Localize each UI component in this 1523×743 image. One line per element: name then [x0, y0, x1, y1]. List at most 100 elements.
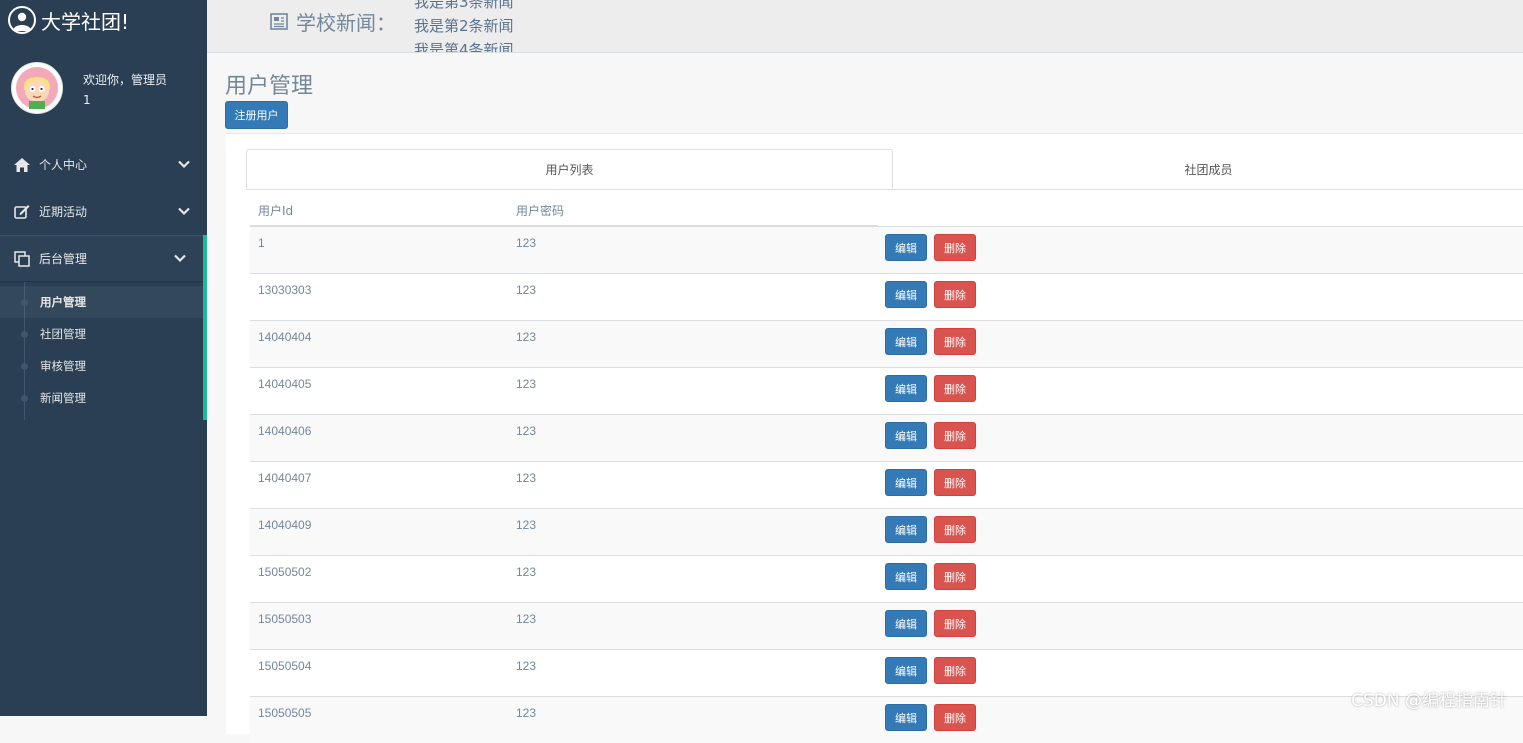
user-icon: [8, 6, 36, 34]
cell-user-id: 15050504: [258, 659, 312, 673]
user-table: 用户Id 用户密码 1 123 编辑 删除 13030303 123 编辑 删除 1404040…: [250, 192, 1523, 743]
delete-button[interactable]: 删除: [934, 375, 976, 402]
cell-password: 123: [516, 330, 537, 344]
profile-text: 欢迎你，管理员 1: [83, 71, 167, 114]
cell-user-id: 15050505: [258, 706, 312, 720]
submenu-item-review[interactable]: 审核管理: [0, 350, 203, 382]
edit-button[interactable]: 编辑: [885, 516, 927, 543]
news-label-text: 学校新闻：: [296, 11, 396, 35]
copy-icon: [13, 250, 31, 267]
delete-button[interactable]: 删除: [934, 657, 976, 684]
chevron-down-icon: [178, 205, 190, 219]
edit-button[interactable]: 编辑: [885, 422, 927, 449]
home-icon: [13, 157, 31, 172]
edit-button[interactable]: 编辑: [885, 375, 927, 402]
menu-item-activities[interactable]: 近期活动: [0, 188, 207, 235]
chevron-down-icon: [178, 158, 190, 172]
delete-button[interactable]: 删除: [934, 281, 976, 308]
cell-password: 123: [516, 471, 537, 485]
avatar[interactable]: [11, 62, 63, 114]
cell-user-id: 14040409: [258, 518, 312, 532]
cell-password: 123: [516, 377, 537, 391]
brand[interactable]: 大学社团!: [0, 0, 207, 40]
delete-button[interactable]: 删除: [934, 422, 976, 449]
row-actions: 编辑 删除: [885, 704, 976, 731]
table-body: 1 123 编辑 删除 13030303 123 编辑 删除 14040404 123 编辑 删除 14…: [250, 226, 1523, 743]
column-header-user-id: 用户Id: [258, 204, 294, 218]
table-row: 15050505 123 编辑 删除: [250, 696, 1523, 743]
row-actions: 编辑 删除: [885, 375, 976, 402]
cell-user-id: 14040404: [258, 330, 312, 344]
row-actions: 编辑 删除: [885, 657, 976, 684]
delete-button[interactable]: 删除: [934, 610, 976, 637]
delete-button[interactable]: 删除: [934, 704, 976, 731]
submenu-item-clubs[interactable]: 社团管理: [0, 318, 203, 350]
cell-user-id: 14040406: [258, 424, 312, 438]
news-label: 学校新闻：: [270, 7, 396, 36]
table-row: 15050503 123 编辑 删除: [250, 602, 1523, 649]
brand-title: 大学社团!: [41, 9, 130, 34]
row-actions: 编辑 删除: [885, 516, 976, 543]
edit-button[interactable]: 编辑: [885, 234, 927, 261]
edit-button[interactable]: 编辑: [885, 469, 927, 496]
admin-submenu: 用户管理 社团管理 审核管理 新闻管理: [0, 282, 207, 420]
content-panel: 用户列表 社团成员 用户Id 用户密码 1 123 编辑 删除 13030303 123 编…: [226, 133, 1523, 743]
cell-user-id: 13030303: [258, 283, 312, 297]
row-actions: 编辑 删除: [885, 610, 976, 637]
tab-user-list[interactable]: 用户列表: [246, 149, 893, 189]
cell-password: 123: [516, 659, 537, 673]
menu-item-label: 个人中心: [39, 158, 88, 172]
tabs: 用户列表 社团成员: [246, 149, 1523, 190]
cell-password: 123: [516, 283, 537, 297]
delete-button[interactable]: 删除: [934, 328, 976, 355]
menu-item-label: 近期活动: [39, 205, 88, 219]
cell-user-id: 15050502: [258, 565, 312, 579]
page-title: 用户管理: [225, 74, 314, 99]
row-actions: 编辑 删除: [885, 469, 976, 496]
news-item[interactable]: 我是第4条新闻: [414, 38, 514, 52]
edit-button[interactable]: 编辑: [885, 610, 927, 637]
welcome-text: 欢迎你，管理员: [83, 73, 168, 87]
news-ticker: 我是第3条新闻 我是第2条新闻 我是第4条新闻: [414, 0, 514, 52]
news-item[interactable]: 我是第2条新闻: [414, 14, 514, 38]
news-item[interactable]: 我是第3条新闻: [414, 0, 514, 14]
table-row: 14040405 123 编辑 删除: [250, 367, 1523, 414]
tab-club-members[interactable]: 社团成员: [894, 149, 1523, 189]
submenu-item-users[interactable]: 用户管理: [0, 286, 203, 318]
row-actions: 编辑 删除: [885, 328, 976, 355]
table-row: 14040404 123 编辑 删除: [250, 320, 1523, 367]
delete-button[interactable]: 删除: [934, 516, 976, 543]
edit-button[interactable]: 编辑: [885, 704, 927, 731]
menu-item-personal[interactable]: 个人中心: [0, 141, 207, 188]
row-actions: 编辑 删除: [885, 422, 976, 449]
cell-password: 123: [516, 424, 537, 438]
row-actions: 编辑 删除: [885, 563, 976, 590]
cell-password: 123: [516, 565, 537, 579]
table-row: 14040406 123 编辑 删除: [250, 414, 1523, 461]
delete-button[interactable]: 删除: [934, 563, 976, 590]
table-row: 15050504 123 编辑 删除: [250, 649, 1523, 696]
menu-item-admin[interactable]: 后台管理: [0, 235, 207, 282]
edit-icon: [13, 204, 31, 219]
table-header: 用户Id 用户密码: [250, 192, 1523, 227]
edit-button[interactable]: 编辑: [885, 657, 927, 684]
side-menu: 个人中心 近期活动 后台管理 用户管理 社团管理 审核管理 新闻管理: [0, 141, 207, 420]
submenu-item-news[interactable]: 新闻管理: [0, 382, 203, 414]
table-row: 13030303 123 编辑 删除: [250, 273, 1523, 320]
row-actions: 编辑 删除: [885, 281, 976, 308]
edit-button[interactable]: 编辑: [885, 281, 927, 308]
table-row: 15050502 123 编辑 删除: [250, 555, 1523, 602]
cell-user-id: 1: [258, 236, 265, 250]
top-nav: 学校新闻： 我是第3条新闻 我是第2条新闻 我是第4条新闻: [207, 0, 1523, 53]
edit-button[interactable]: 编辑: [885, 328, 927, 355]
edit-button[interactable]: 编辑: [885, 563, 927, 590]
table-row: 14040409 123 编辑 删除: [250, 508, 1523, 555]
table-row: 14040407 123 编辑 删除: [250, 461, 1523, 508]
register-user-button[interactable]: 注册用户: [225, 101, 288, 129]
delete-button[interactable]: 删除: [934, 234, 976, 261]
chevron-down-icon: [174, 252, 186, 266]
delete-button[interactable]: 删除: [934, 469, 976, 496]
username: 1: [83, 93, 91, 107]
watermark: CSDN @编程指南针: [1351, 691, 1507, 711]
cell-password: 123: [516, 612, 537, 626]
